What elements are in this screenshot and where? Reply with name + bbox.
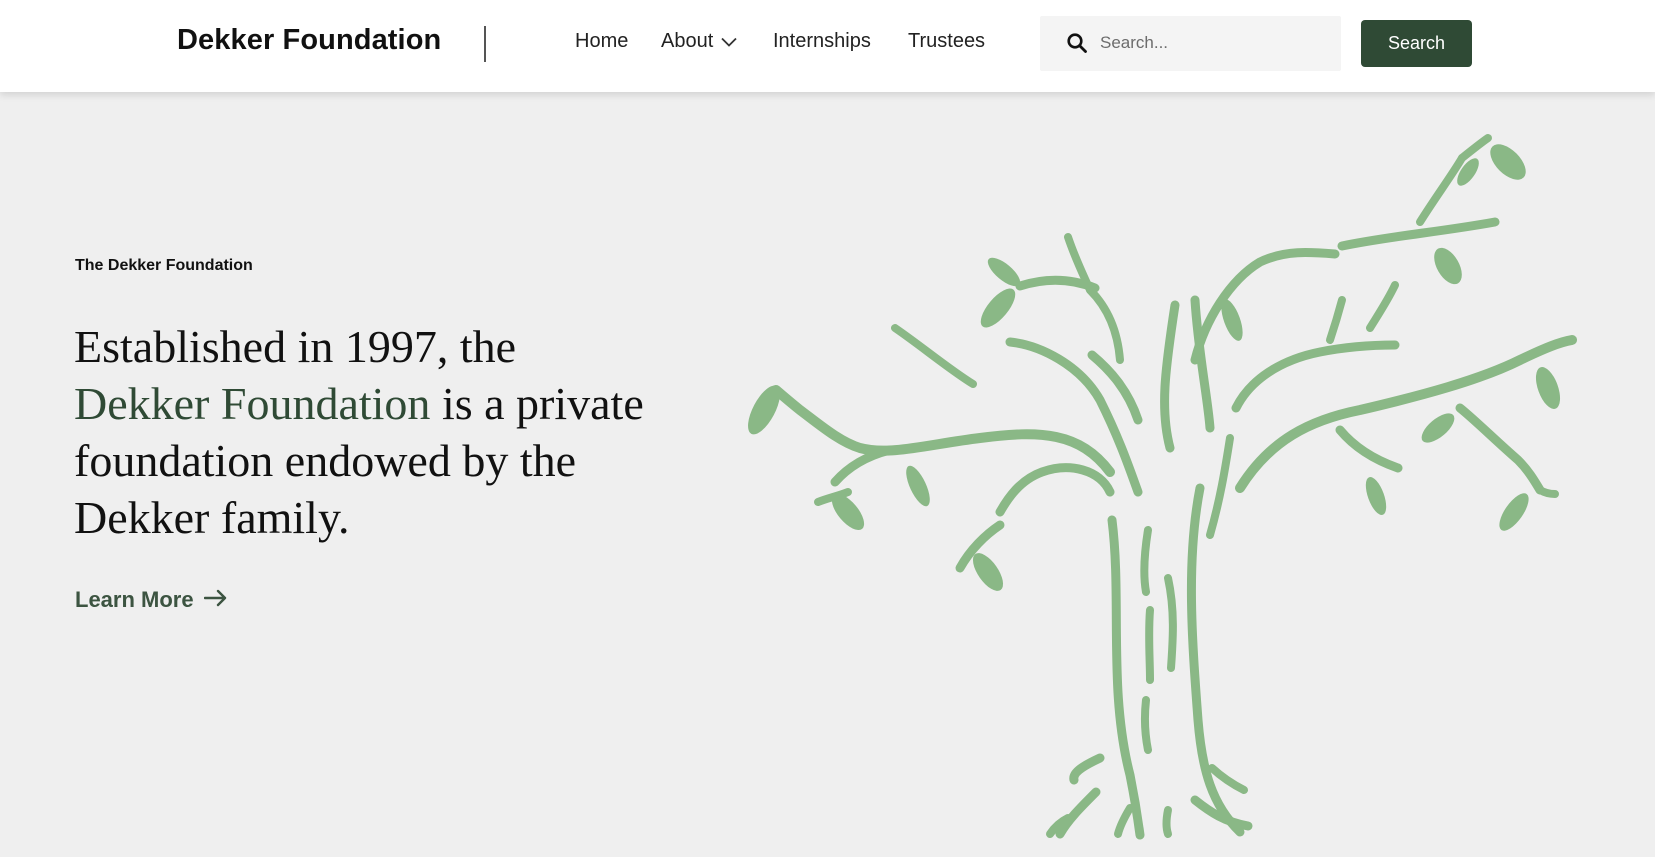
nav-home[interactable]: Home [575, 30, 628, 53]
headline-part1: Established in 1997, the [74, 321, 517, 372]
search-button[interactable]: Search [1361, 20, 1472, 67]
nav-internships[interactable]: Internships [773, 30, 871, 53]
nav-internships-label: Internships [773, 30, 871, 52]
tree-illustration [748, 134, 1577, 840]
site-header: Dekker Foundation Home About Internships… [0, 0, 1655, 92]
nav-about[interactable]: About [661, 30, 737, 53]
brand-divider [484, 26, 486, 62]
search-input[interactable] [1100, 26, 1325, 60]
hero-eyebrow: The Dekker Foundation [75, 257, 253, 274]
search-box [1040, 16, 1341, 71]
nav-trustees-label: Trustees [908, 30, 986, 52]
nav-about-label: About [661, 30, 714, 52]
chevron-down-icon [721, 30, 737, 53]
brand-logo[interactable]: Dekker Foundation [177, 24, 441, 57]
search-icon [1066, 32, 1088, 59]
nav-trustees[interactable]: Trustees [908, 30, 985, 53]
nav-home-label: Home [575, 30, 629, 52]
learn-more-link[interactable]: Learn More [75, 587, 228, 613]
hero-headline: Established in 1997, the Dekker Foundatio… [74, 318, 654, 546]
learn-more-label: Learn More [75, 587, 194, 612]
arrow-right-icon [203, 587, 228, 613]
headline-accent: Dekker Foundation [74, 378, 431, 429]
